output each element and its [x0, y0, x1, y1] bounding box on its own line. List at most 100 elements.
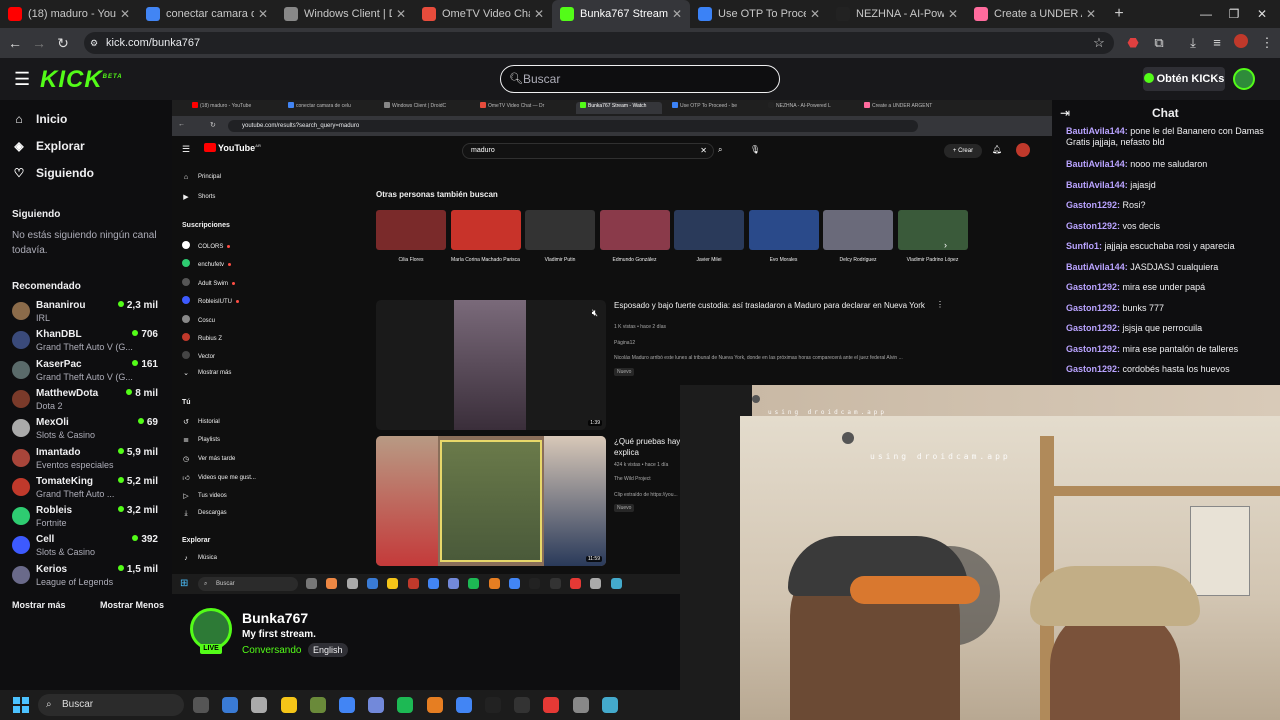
inner-browser-tab: (18) maduro - YouTube — [192, 102, 278, 114]
download-icon[interactable]: ⤓ — [1184, 34, 1202, 52]
browser-tab[interactable]: Use OTP To Proceed - be ✕ — [690, 0, 828, 28]
chat-username[interactable]: BautiAvila144: — [1066, 180, 1128, 190]
recommended-channel[interactable]: Robleis Fortnite 3,2 mil — [12, 505, 162, 533]
live-dot-icon — [117, 447, 124, 454]
taskbar-app-icon[interactable] — [309, 697, 326, 713]
related-search-label: Javier Milei — [696, 257, 722, 263]
close-tab-icon[interactable]: ✕ — [810, 7, 820, 21]
chat-username[interactable]: Gaston1292: — [1066, 221, 1120, 231]
chat-username[interactable]: Gaston1292: — [1066, 282, 1120, 292]
chat-username[interactable]: Gaston1292: — [1066, 303, 1120, 313]
close-tab-icon[interactable]: ✕ — [396, 7, 406, 21]
recommended-channel[interactable]: MatthewDota Dota 2 8 mil — [12, 388, 162, 416]
new-tab-button[interactable]: + — [1108, 3, 1130, 25]
profile-icon[interactable] — [1232, 34, 1250, 52]
recommended-channel[interactable]: Bananirou IRL 2,3 mil — [12, 300, 162, 328]
viewer-count-text: 69 — [146, 417, 158, 429]
menu-list-icon[interactable]: ≡ — [1208, 34, 1226, 52]
forward-icon[interactable]: → — [30, 34, 48, 52]
taskbar-app-icon[interactable] — [455, 697, 472, 713]
browser-tab[interactable]: Create a UNDER ARGENT ✕ — [966, 0, 1104, 28]
back-icon[interactable]: ← — [6, 34, 24, 52]
collapse-chat-icon[interactable]: ⇥ — [1060, 106, 1070, 120]
recommended-channel[interactable]: KhanDBL Grand Theft Auto V (G... 706 — [12, 329, 162, 357]
show-less-button[interactable]: Mostrar Menos — [100, 600, 164, 610]
windows-start-icon[interactable] — [13, 697, 29, 713]
recommended-channel[interactable]: KaserPac Grand Theft Auto V (G... 161 — [12, 359, 162, 387]
taskbar-app-icon[interactable] — [485, 697, 501, 713]
browser-tab[interactable]: Windows Client | DroidC ✕ — [276, 0, 414, 28]
show-more-button[interactable]: Mostrar más — [12, 600, 66, 610]
light-bulb-icon — [752, 395, 760, 403]
recommended-channel[interactable]: Kerios League of Legends 1,5 mil — [12, 564, 162, 592]
taskbar-app-icon[interactable] — [222, 697, 239, 713]
chat-username[interactable]: Gaston1292: — [1066, 323, 1120, 333]
chat-username[interactable]: Gaston1292: — [1066, 200, 1120, 210]
nav-siguiendo[interactable]: ♡ Siguiendo — [12, 166, 94, 180]
browser-tab[interactable]: (18) maduro - YouTube ✕ — [0, 0, 138, 28]
browser-tab[interactable]: NEZHNA - AI-Powered L ✕ — [828, 0, 966, 28]
hamburger-menu-icon[interactable]: ☰ — [14, 69, 30, 90]
get-kicks-button[interactable]: Obtén KICKs — [1143, 67, 1225, 91]
download-icon: ⤓ — [184, 510, 188, 517]
nav-inicio[interactable]: ⌂ Inicio — [12, 112, 67, 126]
streamer-name[interactable]: Bunka767 — [242, 610, 308, 626]
recommended-channel[interactable]: MexOli Slots & Casino 69 — [12, 417, 162, 445]
user-avatar[interactable] — [1233, 68, 1255, 90]
site-info-icon[interactable]: ⚙ — [90, 32, 98, 54]
taskbar-app-icon[interactable] — [543, 697, 560, 713]
taskbar-app-icon[interactable] — [193, 697, 209, 713]
extensions-puzzle-icon[interactable]: ⧉ — [1150, 34, 1168, 52]
chat-username[interactable]: Gaston1292: — [1066, 344, 1120, 354]
close-tab-icon[interactable]: ✕ — [1086, 7, 1096, 21]
reload-icon[interactable]: ↻ — [54, 34, 72, 52]
taskbar-app-icon[interactable] — [514, 697, 531, 713]
close-tab-icon[interactable]: ✕ — [120, 7, 130, 21]
recommended-channel[interactable]: Imantado Eventos especiales 5,9 mil — [12, 447, 162, 475]
related-search-thumbnail — [525, 210, 595, 250]
kick-logo[interactable]: KICKBETA — [40, 66, 123, 94]
bookmark-star-icon[interactable]: ☆ — [1090, 34, 1108, 52]
chat-text: cordobés hasta los huevos — [1120, 364, 1230, 374]
chat-username[interactable]: BautiAvila144: — [1066, 262, 1128, 272]
close-tab-icon[interactable]: ✕ — [948, 7, 958, 21]
browser-tab[interactable]: Bunka767 Stream - Watch ✕ — [552, 0, 690, 28]
kick-search-input[interactable]: 🔍︎ Buscar — [500, 65, 780, 93]
close-tab-icon[interactable]: ✕ — [258, 7, 268, 21]
yt-you-item: ≣ Playlists — [182, 436, 220, 444]
taskbar-app-icon[interactable] — [601, 697, 618, 713]
taskbar-app-icon[interactable] — [572, 697, 589, 713]
channel-category: Eventos especiales — [36, 459, 114, 470]
chat-username[interactable]: BautiAvila144: — [1066, 159, 1128, 169]
close-tab-icon[interactable]: ✕ — [672, 7, 682, 21]
channel-category: Grand Theft Auto ... — [36, 488, 115, 499]
stream-category[interactable]: Conversando — [242, 645, 301, 656]
history-icon: ↺ — [183, 419, 189, 426]
channel-avatar — [12, 507, 30, 526]
channel-category: Dota 2 — [36, 400, 63, 411]
close-window-button[interactable]: ✕ — [1244, 0, 1280, 28]
taskbar-app-icon[interactable] — [280, 697, 297, 713]
chat-username[interactable]: Gaston1292: — [1066, 364, 1120, 374]
url-input[interactable]: ⚙ kick.com/bunka767 — [84, 32, 1114, 54]
extension-icon[interactable]: ⬣ — [1124, 34, 1142, 52]
taskbar-app-icon[interactable] — [368, 697, 385, 713]
taskbar-app-icon[interactable] — [251, 697, 268, 713]
stream-language-tag[interactable]: English — [308, 643, 348, 657]
taskbar-search[interactable]: ⌕ Buscar — [38, 694, 184, 716]
browser-tab[interactable]: conectar camara de celu ✕ — [138, 0, 276, 28]
live-dot-icon — [132, 535, 139, 542]
chat-username[interactable]: BautiAvila144: — [1066, 126, 1128, 136]
recommended-channel[interactable]: TomateKing Grand Theft Auto ... 5,2 mil — [12, 476, 162, 504]
channel-name: TomateKing — [36, 475, 94, 487]
browser-menu-icon[interactable]: ⋮ — [1258, 34, 1276, 52]
taskbar-app-icon[interactable] — [426, 697, 443, 713]
chat-username[interactable]: Sunflo1: — [1066, 241, 1102, 251]
recommended-channel[interactable]: Cell Slots & Casino 392 — [12, 534, 162, 562]
taskbar-app-icon[interactable] — [339, 697, 355, 713]
close-tab-icon[interactable]: ✕ — [534, 7, 544, 21]
nav-explorar[interactable]: ◈ Explorar — [12, 139, 84, 153]
taskbar-app-icon[interactable] — [397, 697, 414, 713]
browser-tab[interactable]: OmeTV Video Chat — Dr ✕ — [414, 0, 552, 28]
tab-favicon-icon — [284, 7, 298, 21]
